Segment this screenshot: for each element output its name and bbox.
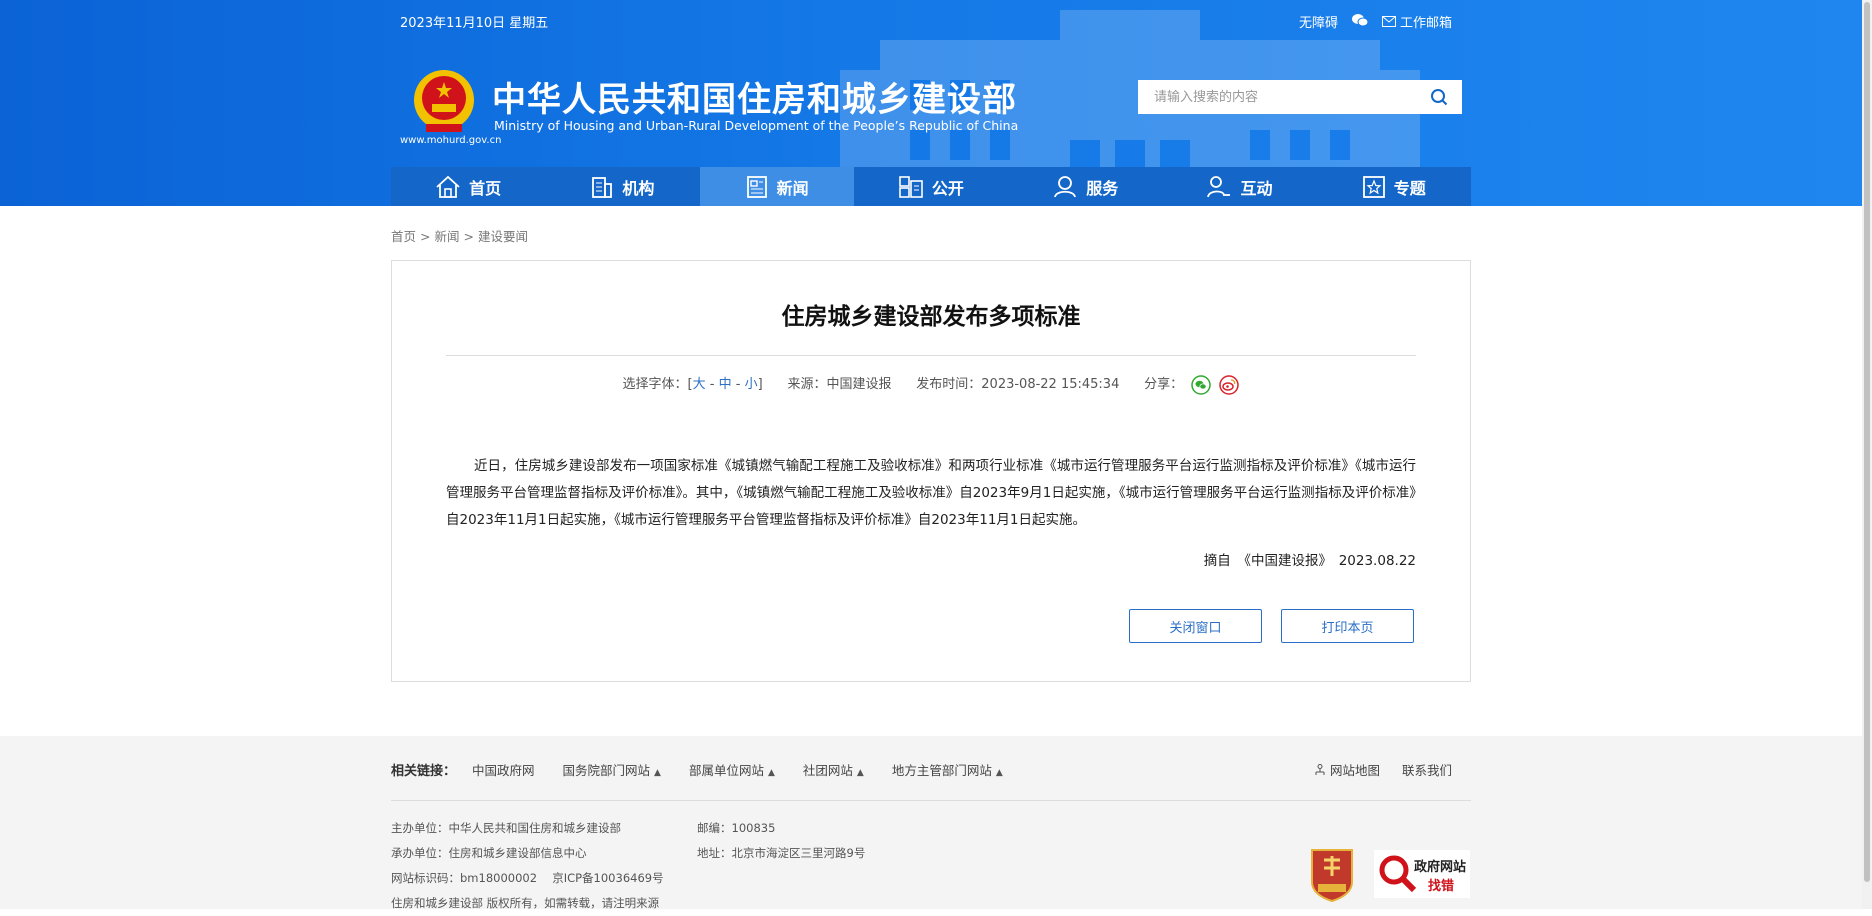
nav-item-disclosure[interactable]: 公开 [854,167,1008,206]
article-excerpt-source: 摘自 《中国建设报》 2023.08.22 [1203,553,1416,569]
title-divider [446,355,1416,356]
site-header: 2023年11月10日 星期五 无障碍 工作邮箱 www.mohurd.gov.… [0,0,1862,206]
gov-site-error-report-badge[interactable]: 政府网站 找错 [1374,850,1470,898]
print-page-button[interactable]: 打印本页 [1281,609,1414,643]
nav-item-organization[interactable]: 机构 [545,167,699,206]
article-source: 来源：中国建设报 [787,377,892,392]
search-box [1138,80,1462,114]
scrollbar[interactable] [1862,0,1872,909]
triangle-up-icon: ▲ [995,768,1003,778]
triangle-up-icon: ▲ [767,768,775,778]
share-label: 分享： [1144,377,1184,392]
article-title: 住房城乡建设部发布多项标准 [781,304,1081,330]
footer-info-left: 主办单位：中华人民共和国住房和城乡建设部 承办单位：住房和城乡建设部信息中心 网… [391,816,664,916]
service-icon [1054,175,1077,197]
article-panel: 住房城乡建设部发布多项标准 选择字体：[大 - 中 - 小] 来源：中国建设报 … [391,260,1471,682]
footer-right-links: 网站地图 联系我们 [1314,760,1452,779]
footer-divider [391,800,1471,801]
news-icon [746,175,767,198]
home-icon [436,175,460,198]
triangle-up-icon: ▲ [856,768,864,778]
breadcrumb: 首页 > 新闻 > 建设要闻 [391,229,528,244]
national-emblem-icon[interactable] [412,68,476,136]
article-publish-time: 发布时间：2023-08-22 15:45:34 [916,377,1120,392]
site-footer: 相关链接： 中国政府网 国务院部门网站 ▲ 部属单位网站 ▲ 社团网站 ▲ 地方主管部… [0,736,1862,910]
link-association-sites[interactable]: 社团网站 ▲ [803,760,864,779]
font-size-small[interactable]: 小 [745,377,758,392]
site-title[interactable]: 中华人民共和国住房和城乡建设部 [492,72,1017,121]
current-date: 2023年11月10日 星期五 [400,16,549,31]
mailbox-label: 工作邮箱 [1399,16,1452,31]
search-input[interactable] [1152,80,1416,114]
building-icon [592,176,613,198]
nav-item-topic[interactable]: 专题 [1317,167,1471,206]
disclosure-icon [899,175,923,198]
site-title-en: Ministry of Housing and Urban-Rural Deve… [494,118,1019,133]
address-info: 地址：北京市海淀区三里河路9号 [697,846,866,860]
main-nav: 首页 机构 新闻 公开 服务 互动 专题 [391,167,1471,206]
site-id-info: 网站标识码：bm18000002 京ICP备10036469号 [391,871,664,885]
triangle-up-icon: ▲ [654,768,661,778]
font-size-large[interactable]: 大 [693,377,706,392]
organizer-info: 承办单位：住房和城乡建设部信息中心 [391,846,587,860]
link-local-authority-sites[interactable]: 地方主管部门网站 ▲ [892,760,1003,779]
breadcrumb-news[interactable]: 新闻 [434,229,459,244]
site-url: www.mohurd.gov.cn [400,135,502,146]
mail-icon [1381,16,1396,27]
share-weibo-icon[interactable] [1219,374,1240,395]
share-wechat-icon[interactable] [1191,374,1212,395]
footer-info-right: 邮编：100835 地址：北京市海淀区三里河路9号 [697,816,865,866]
interaction-icon [1207,175,1231,197]
badge-line-1: 政府网站 [1414,860,1467,875]
link-gov-portal[interactable]: 中国政府网 [472,760,535,779]
accessibility-link[interactable]: 无障碍 [1299,12,1338,31]
sitemap-link[interactable]: 网站地图 [1314,760,1380,779]
badge-line-2: 找错 [1428,879,1455,894]
nav-item-home[interactable]: 首页 [391,167,545,206]
breadcrumb-home[interactable]: 首页 [391,229,416,244]
topic-icon [1362,175,1385,198]
sponsor-info: 主办单位：中华人民共和国住房和城乡建设部 [391,821,621,835]
contact-link[interactable]: 联系我们 [1402,760,1452,779]
nav-item-interaction[interactable]: 互动 [1162,167,1316,206]
top-links: 无障碍 工作邮箱 [1299,12,1452,31]
related-links: 中国政府网 国务院部门网站 ▲ 部属单位网站 ▲ 社团网站 ▲ 地方主管部门网站 ▲ [472,760,1003,779]
copyright-info: 住房和城乡建设部 版权所有，如需转载，请注明来源 [391,896,660,910]
sitemap-icon [1315,763,1325,775]
party-gov-badge-icon[interactable] [1308,846,1356,902]
postcode-info: 邮编：100835 [697,821,776,835]
scrollbar-thumb[interactable] [1864,2,1870,882]
nav-item-news[interactable]: 新闻 [699,167,854,206]
mailbox-link[interactable]: 工作邮箱 [1381,12,1452,31]
search-icon[interactable] [1430,88,1448,110]
related-links-label: 相关链接： [391,764,457,779]
article-meta: 选择字体：[大 - 中 - 小] 来源：中国建设报 发布时间：2023-08-2… [392,373,1470,395]
font-size-medium[interactable]: 中 [719,377,732,392]
article-body: 近日，住房城乡建设部发布一项国家标准《城镇燃气输配工程施工及验收标准》和两项行业… [446,458,1416,528]
link-state-council-sites[interactable]: 国务院部门网站 ▲ [563,760,661,779]
wechat-icon[interactable] [1351,13,1369,31]
close-window-button[interactable]: 关闭窗口 [1129,609,1262,643]
link-affiliated-sites[interactable]: 部属单位网站 ▲ [689,760,775,779]
breadcrumb-current[interactable]: 建设要闻 [478,229,528,244]
nav-item-service[interactable]: 服务 [1008,167,1162,206]
